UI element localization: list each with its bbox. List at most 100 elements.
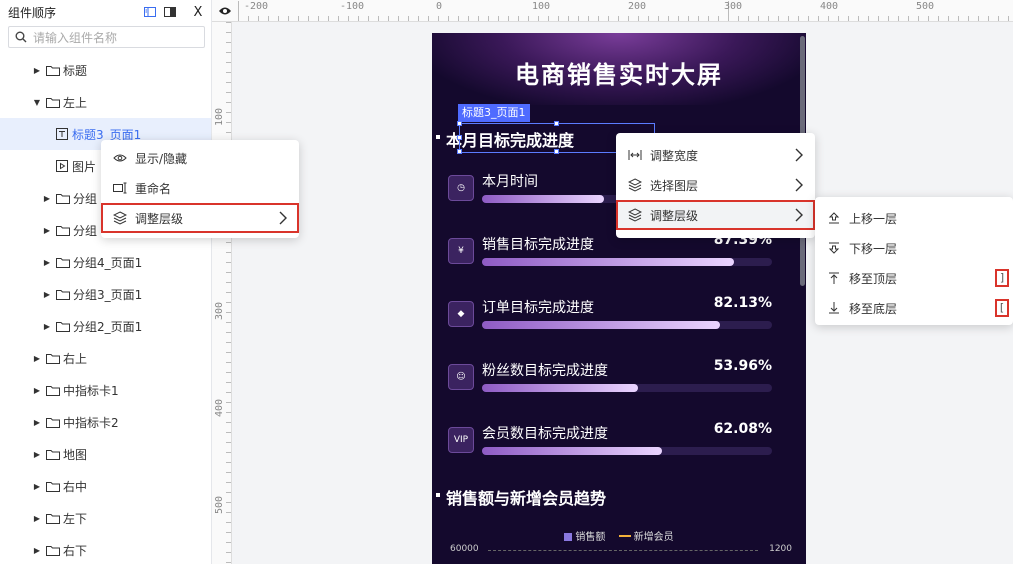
folder-icon [46,65,60,76]
resize-handle[interactable] [457,121,462,126]
ruler-tick [278,16,279,21]
caret-right-icon[interactable]: ▶ [32,482,42,491]
tree-node[interactable]: ▶ 标题 [0,54,211,86]
menu-item-move-down[interactable]: 下移一层 [815,233,1013,263]
ruler-tick [226,372,231,373]
progress-track [482,384,772,392]
ruler-tick [298,16,299,21]
ruler-tick [738,16,739,21]
close-panel-button[interactable]: X [191,5,205,20]
metric-card[interactable]: VIP 会员数目标完成进度 62.08% [446,421,776,461]
columns-view-icon[interactable] [143,5,157,19]
ruler-tick [448,16,449,21]
tree-node[interactable]: ▶ 右中 [0,470,211,502]
menu-item-to-bottom[interactable]: 移至底层 [ [815,293,1013,323]
visibility-toggle[interactable] [212,0,238,22]
ruler-tick [988,16,989,21]
ruler-tick [678,16,679,21]
progress-track [482,258,772,266]
menu-item-eye[interactable]: 显示/隐藏 [101,143,299,173]
ruler-tick [338,16,339,21]
resize-handle[interactable] [554,121,559,126]
ruler-label: -100 [340,1,365,12]
caret-down-icon[interactable]: ▼ [32,98,42,107]
ruler-tick [748,16,749,21]
ruler-tick [868,16,869,21]
tree-node[interactable]: ▼ 左上 [0,86,211,118]
ruler-tick [398,16,399,21]
resize-handle[interactable] [457,149,462,154]
tree-node[interactable]: ▶ 中指标卡1 [0,374,211,406]
caret-right-icon[interactable]: ▶ [32,546,42,555]
menu-item-layers[interactable]: 调整层级 [616,200,815,230]
metric-card[interactable]: ◆ 订单目标完成进度 82.13% [446,295,776,335]
folder-icon [46,545,60,556]
section-title-trend[interactable]: 销售额与新增会员趋势 [435,485,606,509]
tree-node-label: 左下 [63,511,88,526]
selection-tag: 标题3_页面1 [458,104,530,122]
ruler-tick [288,16,289,21]
ruler-tick [588,16,589,21]
ruler-tick [226,52,231,53]
metric-card[interactable]: ¥ 销售目标完成进度 87.39% [446,232,776,272]
ruler-tick [758,16,759,21]
caret-right-icon[interactable]: ▶ [42,322,52,331]
menu-item-layers[interactable]: 选择图层 [616,170,815,200]
chart-legend: 销售额 新增会员 [432,528,806,543]
tree-node-label: 标题 [63,63,88,78]
caret-right-icon[interactable]: ▶ [32,514,42,523]
tree-node[interactable]: ▶ 左下 [0,502,211,534]
ruler-tick [226,522,231,523]
tree-node-label: 中指标卡2 [63,415,119,430]
menu-item-layers[interactable]: 调整层级 [101,203,299,233]
tree-node[interactable]: ▶ 右下 [0,534,211,564]
tree-node[interactable]: ▶ 分组2_页面1 [0,310,211,342]
menu-item-width[interactable]: 调整宽度 [616,140,815,170]
tree-node[interactable]: ▶ 中指标卡2 [0,406,211,438]
ruler-tick [226,42,231,43]
ruler-tick [328,16,329,21]
panel-view-icon[interactable] [163,5,177,19]
caret-right-icon[interactable]: ▶ [42,290,52,299]
folder-icon [56,225,70,236]
dashboard-title: 电商销售实时大屏 [515,61,723,89]
tree-node-label: 右上 [63,351,88,366]
metric-card[interactable]: ☺ 粉丝数目标完成进度 53.96% [446,358,776,398]
ruler-tick [908,16,909,21]
caret-right-icon[interactable]: ▶ [32,386,42,395]
tree-node[interactable]: ▶ 右上 [0,342,211,374]
ruler-tick [258,16,259,21]
menu-item-label: 显示/隐藏 [135,151,188,166]
ruler-tick [226,542,231,543]
tree-node[interactable]: ▶ 分组3_页面1 [0,278,211,310]
caret-right-icon[interactable]: ▶ [32,66,42,75]
image-component-icon [56,160,68,172]
tree-node[interactable]: ▶ 分组4_页面1 [0,246,211,278]
ruler-tick [688,16,689,21]
ruler-tick [418,16,419,21]
ruler-tick [348,16,349,21]
caret-right-icon[interactable]: ▶ [32,450,42,459]
resize-handle[interactable] [554,149,559,154]
ruler-tick [648,16,649,21]
caret-right-icon[interactable]: ▶ [32,354,42,363]
search-input[interactable]: 请输入组件名称 [8,26,205,48]
menu-item-rename[interactable]: 重命名 [101,173,299,203]
caret-right-icon[interactable]: ▶ [42,226,52,235]
tree-node-label: 分组3_页面1 [73,287,143,302]
menu-item-move-up[interactable]: 上移一层 [815,203,1013,233]
yen-icon: ¥ [448,238,474,264]
tree-node[interactable]: ▶ 地图 [0,438,211,470]
menu-item-to-top[interactable]: 移至顶层] [815,263,1013,293]
ruler-label: -200 [244,1,269,12]
ruler-tick [388,16,389,21]
caret-right-icon[interactable]: ▶ [32,418,42,427]
caret-right-icon[interactable]: ▶ [42,258,52,267]
caret-right-icon[interactable]: ▶ [42,194,52,203]
ruler-tick [226,22,231,23]
resize-handle[interactable] [457,135,462,140]
ruler-tick [226,112,231,113]
ruler-tick [478,16,479,21]
folder-icon [46,513,60,524]
metric-value: 62.08% [713,421,772,437]
